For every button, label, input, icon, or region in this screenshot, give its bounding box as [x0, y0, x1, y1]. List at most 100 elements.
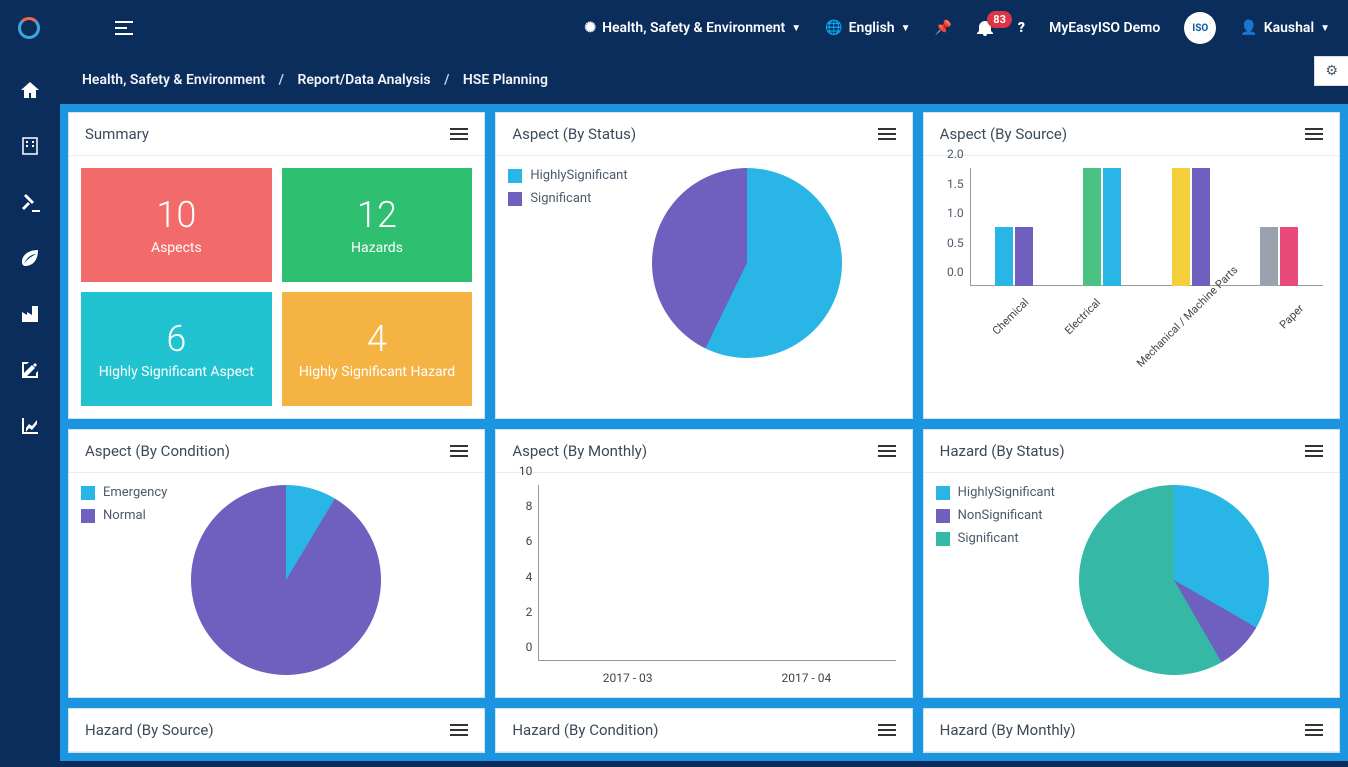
app-logo	[18, 17, 40, 39]
panel-hazard-monthly: Hazard (By Monthly)	[923, 708, 1340, 753]
panel-menu-icon[interactable]	[450, 125, 468, 143]
category-label: Chemical	[980, 287, 1063, 370]
legend-label: HighlySignificant	[530, 168, 627, 183]
pin-icon[interactable]: 📌	[934, 20, 951, 36]
panel-aspect-monthly: Aspect (By Monthly) 0246810 2017 - 03201…	[495, 429, 912, 698]
panel-aspect-status: Aspect (By Status) HighlySignificant Sign…	[495, 112, 912, 419]
breadcrumb-1[interactable]: Health, Safety & Environment	[82, 72, 265, 88]
language-selector[interactable]: 🌐 English ▼	[825, 20, 910, 36]
legend-item: Emergency	[81, 485, 167, 500]
legend-swatch	[936, 509, 950, 523]
panel-summary: Summary 10Aspects12Hazards6Highly Signif…	[68, 112, 485, 419]
legend-swatch	[508, 169, 522, 183]
panel-title: Aspect (By Monthly)	[512, 442, 647, 460]
legend-label: Emergency	[103, 485, 167, 500]
panel-title: Hazard (By Status)	[940, 442, 1065, 460]
collapse-menu-icon[interactable]	[115, 21, 133, 35]
panel-title: Hazard (By Condition)	[512, 721, 658, 739]
panel-title: Hazard (By Monthly)	[940, 721, 1076, 739]
panel-menu-icon[interactable]	[1305, 721, 1323, 739]
summary-tile[interactable]: 4 Highly Significant Hazard	[282, 292, 473, 406]
breadcrumb: Health, Safety & Environment / Report/Da…	[60, 56, 1348, 104]
sidebar-home-icon[interactable]	[20, 80, 40, 100]
breadcrumb-2[interactable]: Report/Data Analysis	[297, 72, 430, 88]
panel-hazard-condition: Hazard (By Condition)	[495, 708, 912, 753]
module-selector[interactable]: ✺ Health, Safety & Environment ▼	[584, 20, 801, 36]
notifications-icon[interactable]: 83	[976, 19, 994, 37]
panel-hazard-status: Hazard (By Status) HighlySignificant NonS…	[923, 429, 1340, 698]
panel-title: Aspect (By Status)	[512, 125, 636, 143]
category-label: 2017 - 04	[717, 671, 896, 685]
bar	[1015, 227, 1033, 286]
bar	[1260, 227, 1278, 286]
panel-menu-icon[interactable]	[1305, 442, 1323, 460]
legend-label: Significant	[958, 531, 1019, 546]
panel-menu-icon[interactable]	[450, 442, 468, 460]
sidebar	[0, 56, 60, 767]
bar	[1103, 168, 1121, 286]
bar	[1172, 168, 1190, 286]
tile-number: 6	[166, 318, 186, 360]
gear-icon: ✺	[584, 20, 596, 36]
sidebar-edit-icon[interactable]	[20, 360, 40, 380]
bar-chart: 0246810 2017 - 032017 - 04	[508, 485, 899, 685]
panel-title: Hazard (By Source)	[85, 721, 214, 739]
panel-menu-icon[interactable]	[878, 125, 896, 143]
content: Summary 10Aspects12Hazards6Highly Signif…	[60, 104, 1348, 761]
tile-number: 12	[357, 194, 397, 236]
sidebar-chart-icon[interactable]	[20, 416, 40, 436]
panel-menu-icon[interactable]	[1305, 125, 1323, 143]
module-label: Health, Safety & Environment	[602, 20, 785, 36]
topbar: ✺ Health, Safety & Environment ▼ 🌐 Engli…	[0, 0, 1348, 56]
breadcrumb-3: HSE Planning	[463, 72, 548, 88]
category-label: Paper	[1262, 287, 1345, 370]
user-icon: 👤	[1240, 20, 1257, 36]
legend-label: NonSignificant	[958, 508, 1043, 523]
bar	[1192, 168, 1210, 286]
tile-label: Hazards	[351, 240, 403, 256]
panel-menu-icon[interactable]	[878, 442, 896, 460]
tile-number: 10	[156, 194, 196, 236]
tile-label: Aspects	[151, 240, 202, 256]
globe-icon: 🌐	[825, 20, 842, 36]
legend-swatch	[81, 486, 95, 500]
legend-item: HighlySignificant	[936, 485, 1055, 500]
legend-item: HighlySignificant	[508, 168, 627, 183]
user-label: Kaushal	[1264, 20, 1314, 36]
sidebar-gavel-icon[interactable]	[20, 192, 40, 212]
legend-label: Normal	[103, 508, 146, 523]
tile-label: Highly Significant Hazard	[299, 364, 455, 380]
panel-title: Summary	[85, 125, 149, 143]
pie-chart	[191, 485, 381, 675]
legend-swatch	[936, 486, 950, 500]
pie-chart	[1079, 485, 1269, 675]
legend-label: HighlySignificant	[958, 485, 1055, 500]
user-menu[interactable]: 👤 Kaushal ▼	[1240, 20, 1330, 36]
panel-title: Aspect (By Condition)	[85, 442, 230, 460]
sidebar-building-icon[interactable]	[21, 136, 39, 156]
summary-tile[interactable]: 6Highly Significant Aspect	[81, 292, 272, 406]
category-label: Electrical	[1052, 287, 1135, 370]
legend-item: Significant	[936, 531, 1055, 546]
panel-menu-icon[interactable]	[878, 721, 896, 739]
summary-tile[interactable]: 12 Hazards	[282, 168, 473, 282]
panel-aspect-condition: Aspect (By Condition) Emergency Normal	[68, 429, 485, 698]
legend-item: Significant	[508, 191, 627, 206]
panel-menu-icon[interactable]	[450, 721, 468, 739]
help-icon[interactable]: ?	[1018, 20, 1025, 36]
legend-item: Normal	[81, 508, 167, 523]
tile-number: 4	[367, 318, 387, 360]
sidebar-industry-icon[interactable]	[20, 304, 40, 324]
legend-label: Significant	[530, 191, 591, 206]
settings-tab[interactable]: ⚙	[1314, 56, 1348, 86]
legend-swatch	[936, 532, 950, 546]
bar	[1083, 168, 1101, 286]
bar-chart: 0.00.51.01.52.0 ChemicalElectricalMechan…	[936, 168, 1327, 358]
sidebar-leaf-icon[interactable]	[20, 248, 40, 268]
legend-item: NonSignificant	[936, 508, 1055, 523]
company-avatar[interactable]: ISO	[1184, 12, 1216, 44]
summary-tile[interactable]: 10 Aspects	[81, 168, 272, 282]
bar	[995, 227, 1013, 286]
notification-badge: 83	[987, 11, 1012, 28]
company-label: MyEasyISO Demo	[1049, 20, 1160, 36]
